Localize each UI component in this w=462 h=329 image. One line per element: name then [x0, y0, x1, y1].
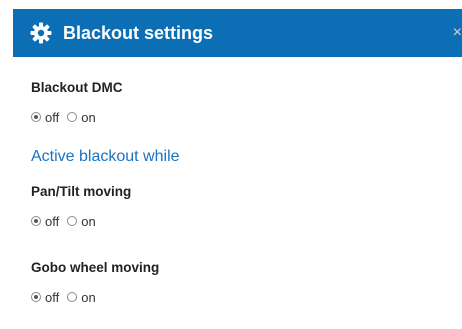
- gobo-wheel-radio-group: off on: [31, 289, 104, 305]
- pan-tilt-label: Pan/Tilt moving: [31, 184, 132, 199]
- pan-tilt-on-radio[interactable]: on: [67, 213, 96, 229]
- gobo-wheel-off-radio[interactable]: off: [31, 290, 59, 305]
- radio-unselected-icon: [67, 112, 78, 122]
- pan-tilt-radio-group: off on: [31, 213, 104, 229]
- blackout-dmc-radio-group: off on: [31, 109, 104, 125]
- active-blackout-heading: Active blackout while: [31, 148, 180, 165]
- blackout-settings-dialog: Blackout settings × Blackout DMC off on …: [0, 0, 462, 329]
- blackout-dmc-off-radio[interactable]: off: [31, 110, 59, 125]
- radio-label: on: [81, 109, 96, 125]
- radio-label: on: [81, 213, 96, 229]
- gear-icon: [30, 22, 52, 44]
- dialog-header: Blackout settings ×: [13, 9, 462, 57]
- radio-label: off: [45, 213, 60, 229]
- radio-selected-icon: [31, 292, 41, 302]
- pan-tilt-off-radio[interactable]: off: [31, 214, 59, 229]
- radio-selected-icon: [31, 112, 41, 122]
- close-icon[interactable]: ×: [453, 9, 462, 57]
- dialog-title: Blackout settings: [63, 23, 214, 43]
- blackout-dmc-label: Blackout DMC: [31, 80, 123, 95]
- gobo-wheel-label: Gobo wheel moving: [31, 260, 160, 275]
- radio-label: off: [45, 289, 60, 305]
- blackout-dmc-on-radio[interactable]: on: [67, 109, 96, 125]
- radio-label: on: [81, 289, 96, 305]
- gobo-wheel-on-radio[interactable]: on: [67, 289, 96, 305]
- radio-unselected-icon: [67, 292, 78, 302]
- radio-label: off: [45, 109, 60, 125]
- radio-selected-icon: [31, 216, 41, 226]
- radio-unselected-icon: [67, 216, 78, 226]
